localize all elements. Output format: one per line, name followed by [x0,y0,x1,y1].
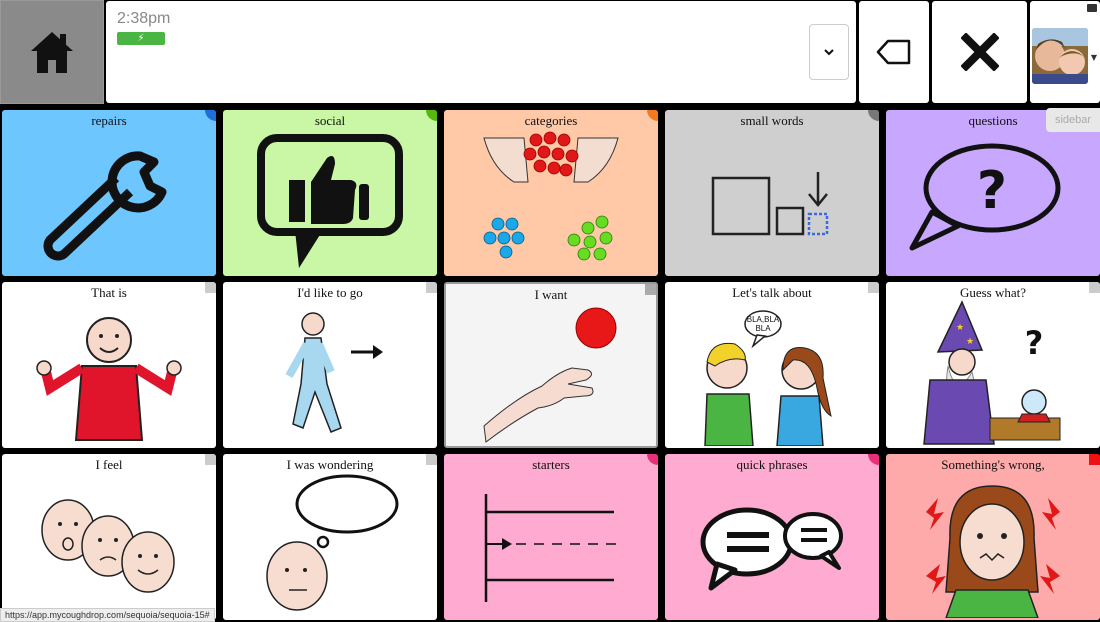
status-url: https://app.mycoughdrop.com/sequoia/sequ… [0,608,215,622]
caret-down-icon: ▼ [1090,53,1097,62]
app-root: 2:38pm ⚡ ▼ sidebar repairs social catego… [0,0,1100,622]
person-presenting-icon [36,317,182,441]
speech-text-line-2: BLA [755,324,771,333]
tile-lets-talk-about[interactable]: Let's talk about BLA,BLA BLA [665,282,879,448]
button-indicator [205,282,216,293]
lightning-icon: ⚡ [137,33,145,44]
tile-somethings-wrong[interactable]: Something's wrong, [886,454,1100,620]
button-indicator [1089,282,1100,293]
tile-that-is[interactable]: That is [2,282,216,448]
tile-label: I was wondering [286,457,374,472]
tile-social[interactable]: social [223,110,437,276]
tile-id-like-to-go[interactable]: I'd like to go [223,282,437,448]
sentence-box[interactable]: 2:38pm ⚡ [106,1,856,103]
sidebar-toggle[interactable]: sidebar [1046,108,1100,132]
small-words-icon [711,172,829,236]
battery-indicator: ⚡ [117,32,165,45]
sorting-balls-icon [483,131,619,261]
user-menu-button[interactable]: ▼ [1030,1,1100,103]
tile-label: Guess what? [959,285,1027,300]
tile-repairs[interactable]: repairs [2,110,216,276]
wrench-icon [43,151,167,261]
close-icon [960,33,999,71]
backspace-button[interactable] [859,1,929,103]
clock: 2:38pm [117,10,171,27]
avatar [1032,28,1088,84]
svg-text:★: ★ [966,337,974,347]
home-button[interactable] [0,0,104,104]
tile-label: small words [740,113,804,128]
button-indicator [1089,454,1100,465]
tile-i-feel[interactable]: I feel [2,454,216,620]
button-indicator [426,282,437,293]
tile-quick-phrases[interactable]: quick phrases [665,454,879,620]
svg-text:?: ? [977,161,1007,221]
tile-starters[interactable]: starters [444,454,658,620]
tile-categories[interactable]: categories [444,110,658,276]
tile-guess-what[interactable]: Guess what? ★ ★ ? [886,282,1100,448]
button-indicator [645,284,656,295]
backspace-icon [876,39,911,65]
chevron-down-icon [824,48,834,55]
speech-text-line-1: BLA,BLA [747,315,780,324]
chat-bubbles-icon [700,507,843,591]
tile-label: I want [534,287,568,302]
briefcase-icon [1087,4,1097,12]
tile-small-words[interactable]: small words [665,110,879,276]
question-bubble-icon: ? [909,143,1061,251]
thinking-person-icon [266,474,399,611]
tile-label: Something's wrong, [941,457,1045,472]
button-indicator [205,454,216,465]
tile-label: quick phrases [736,457,808,472]
sentence-starter-icon [484,494,616,602]
button-indicator [426,454,437,465]
tile-label: repairs [91,113,127,128]
walking-person-icon [285,312,383,433]
sentence-dropdown-button[interactable] [809,24,849,80]
tile-questions[interactable]: questions ? [886,110,1100,276]
tile-label: I feel [95,457,123,472]
svg-text:?: ? [1025,324,1044,362]
home-icon [31,32,73,73]
tile-i-was-wondering[interactable]: I was wondering [223,454,437,620]
wizard-icon: ★ ★ ? [923,300,1061,445]
button-indicator [868,282,879,293]
distressed-person-icon [926,485,1060,618]
hand-reaching-icon [483,307,617,443]
tile-label: social [314,113,346,128]
tile-label: That is [91,285,127,300]
tile-label: starters [532,457,570,472]
tile-label: I'd like to go [297,285,363,300]
feelings-faces-icon [41,499,175,593]
conversation-icon: BLA,BLA BLA [704,310,832,446]
tile-label: Let's talk about [732,285,812,300]
svg-text:★: ★ [956,323,964,333]
clear-button[interactable] [932,1,1027,103]
tile-i-want[interactable]: I want [444,282,658,448]
thumbs-up-icon [257,134,403,268]
tile-label: categories [524,113,578,128]
